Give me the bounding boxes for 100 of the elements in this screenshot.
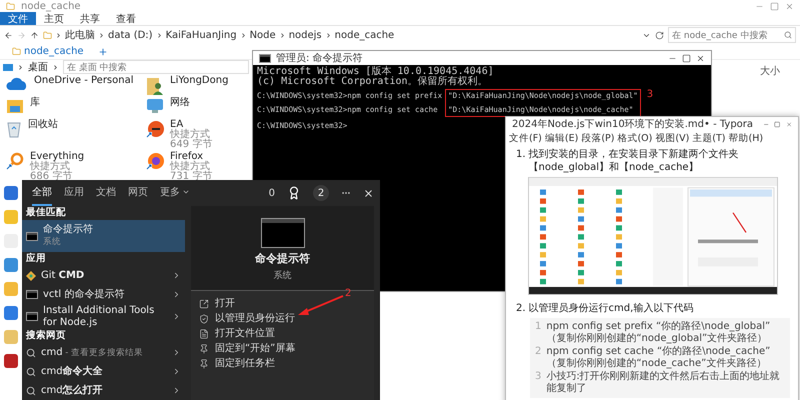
ribbon-tab[interactable]: 主页 (36, 12, 72, 25)
close-icon[interactable] (363, 188, 374, 198)
monitor-icon (146, 98, 164, 114)
breadcrumb-item[interactable]: Node (250, 30, 276, 40)
console-icon (259, 54, 271, 62)
app-icon (2, 352, 20, 370)
app-icon (2, 328, 20, 346)
action-item[interactable]: 打开 (199, 297, 235, 310)
line-number: 1 (535, 321, 542, 334)
item-type: 快捷方式 (170, 162, 210, 172)
search-result[interactable]: cmd怎么打开 (22, 381, 185, 400)
column-header[interactable]: 大小 (760, 64, 780, 78)
item-name: LiYongDong (170, 76, 228, 86)
search-result[interactable]: vctl 的命令提示符 (22, 285, 185, 304)
breadcrumb-item[interactable]: 此电脑 (65, 28, 95, 42)
action-item[interactable]: 打开文件位置 (199, 327, 275, 340)
action-item[interactable]: 固定到任务栏 (199, 357, 275, 370)
window-title: 2024年Node.js下win10环境下的安装.md• - Typora (512, 118, 754, 131)
ribbon-tab[interactable]: 查看 (108, 12, 144, 25)
filter-tab[interactable]: 应用 (64, 180, 84, 206)
search-result[interactable]: Git CMD (22, 266, 185, 285)
menu-item[interactable]: 编辑(E) (544, 132, 578, 145)
filter-tab[interactable]: 网页 (128, 180, 148, 206)
search-icon (26, 386, 36, 396)
search-icon (26, 348, 36, 358)
list-number: 2. (516, 302, 526, 315)
section-title: 最佳匹配 (25, 206, 67, 220)
ribbon-tab[interactable]: 共享 (72, 12, 108, 25)
search-field[interactable]: 在 桌面 中搜索 (63, 60, 249, 74)
breadcrumb-item[interactable]: nodejs (288, 30, 322, 40)
app-icon (2, 208, 20, 226)
search-result[interactable]: cmd命令大全 (22, 362, 185, 381)
filter-tab[interactable]: 全部 (32, 180, 52, 206)
pin-icon (199, 358, 209, 368)
section-title: 搜索网页 (24, 329, 67, 343)
back-icon[interactable] (4, 30, 13, 40)
item-name: 库 (30, 98, 40, 108)
folder-person-icon (146, 76, 164, 96)
console-text: (c) Microsoft Corporation。保留所有权利。 (257, 77, 488, 87)
award-icon[interactable] (287, 186, 301, 200)
app-logo-icon (146, 152, 164, 170)
open-icon (199, 298, 209, 308)
menu-item[interactable]: 视图(V) (655, 132, 690, 145)
item-name: OneDrive - Personal (34, 76, 134, 86)
menu-item[interactable]: 段落(P) (581, 132, 614, 145)
desktop-item[interactable]: 回收站 (6, 120, 58, 150)
line-number: 3 (535, 371, 542, 384)
search-icon (784, 31, 792, 39)
library-icon (6, 98, 24, 114)
chevron-right-icon (240, 32, 247, 38)
action-item[interactable]: 固定到“开始”屏幕 (199, 342, 296, 355)
ribbon-tab[interactable]: 文件 (0, 12, 36, 25)
desktop-item[interactable]: Firefox 快捷方式 731 字节 (146, 152, 212, 182)
chevron-right-icon (324, 32, 332, 38)
step-text: 以管理员身份运行cmd,输入以下代码 (528, 302, 694, 315)
breadcrumb-item[interactable]: data (D:) (108, 30, 153, 40)
breadcrumb-item[interactable]: node_cache (334, 30, 394, 40)
window-title: node_cache (21, 0, 81, 12)
window-title: 管理员: 命令提示符 (276, 52, 363, 65)
menu-item[interactable]: 帮助(H) (728, 132, 764, 145)
annotation-number: 3 (646, 89, 654, 100)
close-icon[interactable] (696, 54, 705, 62)
list-number: 1. (516, 148, 526, 162)
menu-item[interactable]: 格式(O) (617, 132, 652, 145)
magnifier-icon (6, 152, 24, 170)
shield-icon (199, 314, 209, 324)
maximize-icon[interactable] (682, 54, 691, 62)
diamond-icon (26, 270, 36, 280)
console-icon (260, 218, 304, 248)
search-result[interactable]: Install Additional Tools for Node.js (22, 304, 185, 329)
maximize-icon[interactable] (774, 120, 781, 128)
cloud-icon (6, 76, 28, 92)
search-result[interactable]: 命令提示符 系统 (22, 220, 185, 252)
desktop-item[interactable]: 网络 (146, 98, 190, 118)
menu-item[interactable]: 文件(F) (509, 132, 542, 145)
up-icon[interactable] (30, 30, 39, 40)
action-item[interactable]: 以管理员身份运行 (199, 312, 295, 325)
folder-icon (6, 2, 15, 10)
desktop-item[interactable]: OneDrive - Personal (6, 76, 134, 96)
menu-item[interactable]: 主题(T) (692, 132, 726, 145)
new-tab-icon[interactable] (98, 46, 108, 56)
file-tab[interactable]: node_cache (6, 46, 90, 57)
notification-count[interactable]: 2 (313, 185, 329, 201)
file-icon (199, 328, 209, 338)
desktop-item[interactable]: 库 (6, 98, 40, 118)
console-icon (26, 312, 38, 321)
desktop-icon (3, 64, 13, 70)
desktop-item[interactable]: LiYongDong (146, 76, 228, 96)
refresh-icon[interactable] (655, 30, 664, 40)
desktop-item[interactable]: Everything 快捷方式 686 字节 (6, 152, 84, 182)
desktop-item[interactable]: EA 快捷方式 649 字节 (146, 120, 212, 150)
breadcrumb-item[interactable]: KaiFaHuanJing (166, 30, 237, 40)
location-label[interactable]: 桌面 (28, 60, 48, 74)
chevron-right-icon (17, 64, 24, 70)
address-bar[interactable]: 此电脑 data (D:) KaiFaHuanJing Node nodejs node_cache (43, 28, 638, 42)
app-icon (2, 184, 20, 202)
filter-tab[interactable]: 文档 (96, 180, 116, 206)
search-result[interactable]: cmd - 查看更多搜索结果 (22, 343, 185, 362)
search-field[interactable]: 在 node_cache 中搜索 (668, 27, 796, 43)
filter-tab[interactable]: 更多 (160, 180, 190, 206)
